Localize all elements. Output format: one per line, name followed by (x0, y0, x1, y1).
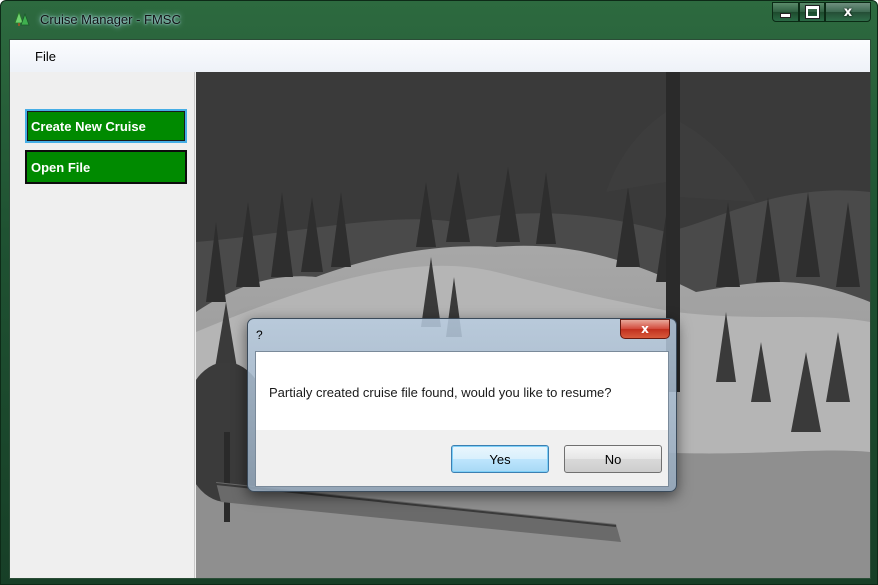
dialog-message: Partialy created cruise file found, woul… (269, 385, 612, 400)
open-file-button[interactable]: Open File (25, 150, 187, 184)
no-button[interactable]: No (564, 445, 662, 473)
main-window: Cruise Manager - FMSC x File Create New … (0, 0, 878, 585)
menu-bar: File (10, 40, 870, 72)
minimize-icon (780, 12, 791, 18)
close-icon: x (843, 4, 853, 20)
menu-file[interactable]: File (35, 49, 56, 64)
app-tree-icon (14, 11, 30, 26)
dialog-message-area: Partialy created cruise file found, woul… (256, 352, 668, 430)
create-new-cruise-button[interactable]: Create New Cruise (25, 109, 187, 143)
close-button[interactable]: x (825, 2, 871, 22)
client-area: File Create New Cruise Open File (9, 39, 871, 579)
confirm-dialog: ? x Partialy created cruise file found, … (247, 318, 677, 492)
caption-buttons: x (772, 2, 871, 24)
yes-button[interactable]: Yes (451, 445, 549, 473)
maximize-icon (805, 6, 819, 18)
dialog-title: ? (256, 328, 263, 342)
sidebar: Create New Cruise Open File (10, 72, 195, 578)
maximize-button[interactable] (799, 2, 825, 22)
minimize-button[interactable] (772, 2, 799, 22)
window-title: Cruise Manager - FMSC (40, 12, 181, 27)
close-icon: x (641, 322, 649, 336)
title-bar[interactable]: Cruise Manager - FMSC x (1, 1, 877, 39)
dialog-body: Partialy created cruise file found, woul… (255, 351, 669, 487)
dialog-close-button[interactable]: x (620, 319, 670, 339)
